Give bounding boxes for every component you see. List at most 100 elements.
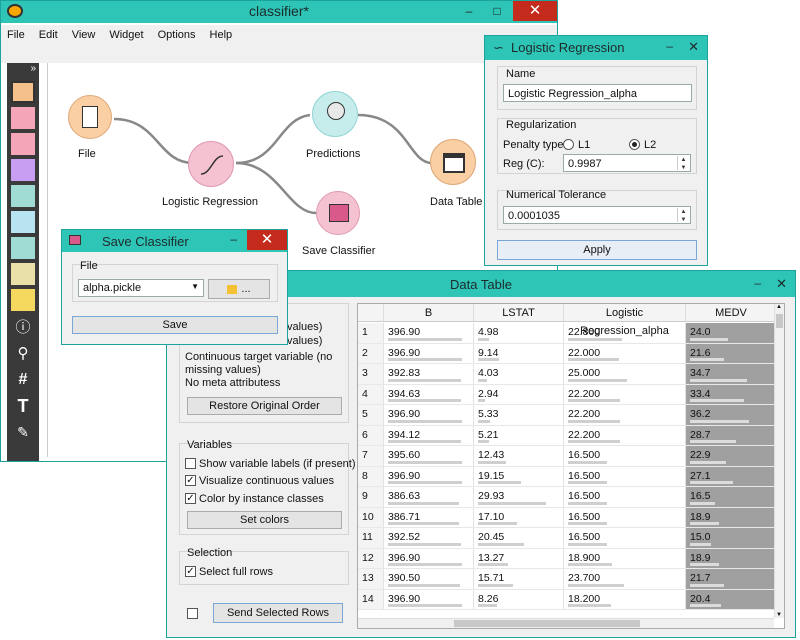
show-labels-checkbox[interactable]: Show variable labels (if present) xyxy=(185,457,356,470)
cell-lr-alpha[interactable]: 16.500 xyxy=(564,487,686,507)
menu-help[interactable]: Help xyxy=(210,29,233,41)
save-close-button[interactable]: ✕ xyxy=(247,230,287,250)
apply-button[interactable]: Apply xyxy=(497,240,697,260)
tool-data-table-icon[interactable] xyxy=(11,81,35,103)
node-data-table[interactable] xyxy=(430,139,476,185)
cell-lr-alpha[interactable]: 16.500 xyxy=(564,507,686,527)
table-row[interactable]: 10 386.71 17.10 16.500 18.9 xyxy=(358,507,776,528)
hscroll-thumb[interactable] xyxy=(454,620,640,627)
cell-lr-alpha[interactable]: 22.200 xyxy=(564,405,686,425)
row-number[interactable]: 6 xyxy=(358,425,384,445)
row-number[interactable]: 12 xyxy=(358,548,384,568)
cell-lstat[interactable]: 13.27 xyxy=(474,548,564,568)
tool-scatter-icon[interactable] xyxy=(11,107,35,129)
file-select[interactable]: alpha.pickle ▼ xyxy=(78,279,204,297)
scroll-up-icon[interactable]: ▲ xyxy=(776,304,782,310)
cell-b[interactable]: 395.60 xyxy=(384,446,474,466)
cell-lr-alpha[interactable]: 22.800 xyxy=(564,323,686,343)
cell-lr-alpha[interactable]: 16.500 xyxy=(564,528,686,548)
data-table-view[interactable]: B LSTAT Logistic Regression_alpha MEDV 1… xyxy=(357,303,785,629)
cell-lstat[interactable]: 4.03 xyxy=(474,364,564,384)
tool-info-icon[interactable]: ⓘ xyxy=(11,317,35,339)
visualize-checkbox[interactable]: ✓ Visualize continuous values xyxy=(185,474,334,487)
table-row[interactable]: 6 394.12 5.21 22.200 28.7 xyxy=(358,425,776,446)
menu-options[interactable]: Options xyxy=(158,29,196,41)
table-row[interactable]: 14 396.90 8.26 18.200 20.4 xyxy=(358,589,776,610)
cell-lstat[interactable]: 15.71 xyxy=(474,569,564,589)
cell-b[interactable]: 392.52 xyxy=(384,528,474,548)
name-field[interactable]: Logistic Regression_alpha xyxy=(503,84,692,102)
node-file[interactable] xyxy=(68,95,112,139)
col-header-lstat[interactable]: LSTAT xyxy=(474,304,564,321)
scroll-thumb[interactable] xyxy=(776,314,783,328)
cell-b[interactable]: 396.90 xyxy=(384,405,474,425)
tolerance-spinbox[interactable]: 0.0001035 ▲ ▼ xyxy=(503,206,691,224)
cell-medv[interactable]: 16.5 xyxy=(686,487,776,507)
table-row[interactable]: 12 396.90 13.27 18.900 18.9 xyxy=(358,548,776,569)
tool-linear-icon[interactable] xyxy=(11,263,35,285)
cell-medv[interactable]: 15.0 xyxy=(686,528,776,548)
tool-text-icon[interactable]: T xyxy=(11,395,35,417)
node-logreg[interactable] xyxy=(188,141,234,187)
reg-c-spinbox[interactable]: 0.9987 ▲ ▼ xyxy=(563,154,691,172)
cell-lstat[interactable]: 9.14 xyxy=(474,343,564,363)
node-predictions[interactable] xyxy=(312,91,358,137)
set-colors-button[interactable]: Set colors xyxy=(187,511,342,529)
row-number[interactable]: 1 xyxy=(358,323,384,343)
restore-order-button[interactable]: Restore Original Order xyxy=(187,397,342,415)
browse-button[interactable]: ... xyxy=(208,279,270,299)
datatable-minimize-button[interactable]: – xyxy=(754,276,761,290)
row-number[interactable]: 13 xyxy=(358,569,384,589)
cell-lr-alpha[interactable]: 23.700 xyxy=(564,569,686,589)
cell-b[interactable]: 396.90 xyxy=(384,466,474,486)
auto-send-checkbox[interactable] xyxy=(187,608,198,619)
table-row[interactable]: 8 396.90 19.15 16.500 27.1 xyxy=(358,466,776,487)
vertical-scrollbar[interactable]: ▲ ▼ xyxy=(774,304,784,618)
cell-b[interactable]: 392.83 xyxy=(384,364,474,384)
tool-distance-icon[interactable] xyxy=(11,185,35,207)
cell-b[interactable]: 394.63 xyxy=(384,384,474,404)
col-header-medv[interactable]: MEDV xyxy=(686,304,776,321)
row-number[interactable]: 4 xyxy=(358,384,384,404)
table-row[interactable]: 7 395.60 12.43 16.500 22.9 xyxy=(358,446,776,467)
cell-lstat[interactable]: 8.26 xyxy=(474,589,564,609)
cell-medv[interactable]: 34.7 xyxy=(686,364,776,384)
table-row[interactable]: 9 386.63 29.93 16.500 16.5 xyxy=(358,487,776,508)
penalty-l1-radio[interactable] xyxy=(563,139,574,150)
datatable-close-button[interactable]: ✕ xyxy=(776,276,787,292)
cell-medv[interactable]: 33.4 xyxy=(686,384,776,404)
table-row[interactable]: 11 392.52 20.45 16.500 15.0 xyxy=(358,528,776,549)
cell-lr-alpha[interactable]: 22.200 xyxy=(564,425,686,445)
row-number[interactable]: 8 xyxy=(358,466,384,486)
cell-b[interactable]: 396.90 xyxy=(384,548,474,568)
horizontal-scrollbar[interactable] xyxy=(358,618,774,628)
color-by-class-checkbox[interactable]: ✓ Color by instance classes xyxy=(185,492,324,505)
cell-medv[interactable]: 18.9 xyxy=(686,507,776,527)
tool-search-icon[interactable]: ⚲ xyxy=(11,343,35,365)
table-row[interactable]: 5 396.90 5.33 22.200 36.2 xyxy=(358,405,776,426)
cell-lr-alpha[interactable]: 22.200 xyxy=(564,384,686,404)
tool-network-icon[interactable] xyxy=(11,237,35,259)
logreg-minimize-button[interactable]: – xyxy=(666,39,673,53)
save-minimize-button[interactable]: – xyxy=(230,232,237,246)
close-button[interactable]: ✕ xyxy=(513,1,557,21)
save-button[interactable]: Save xyxy=(72,316,278,334)
table-row[interactable]: 3 392.83 4.03 25.000 34.7 xyxy=(358,364,776,385)
cell-medv[interactable]: 22.9 xyxy=(686,446,776,466)
cell-medv[interactable]: 36.2 xyxy=(686,405,776,425)
menu-edit[interactable]: Edit xyxy=(39,29,58,41)
cell-b[interactable]: 390.50 xyxy=(384,569,474,589)
tool-predictor-icon[interactable] xyxy=(11,211,35,233)
send-selected-rows-button[interactable]: Send Selected Rows xyxy=(213,603,343,623)
select-full-rows-checkbox[interactable]: ✓ Select full rows xyxy=(185,565,273,578)
cell-medv[interactable]: 21.6 xyxy=(686,343,776,363)
minimize-button[interactable]: – xyxy=(455,1,483,21)
cell-lstat[interactable]: 29.93 xyxy=(474,487,564,507)
menu-widget[interactable]: Widget xyxy=(109,29,143,41)
cell-lstat[interactable]: 5.33 xyxy=(474,405,564,425)
tool-scatterplot-icon[interactable] xyxy=(11,159,35,181)
cell-medv[interactable]: 28.7 xyxy=(686,425,776,445)
cell-b[interactable]: 396.90 xyxy=(384,589,474,609)
cell-lstat[interactable]: 12.43 xyxy=(474,446,564,466)
cell-medv[interactable]: 27.1 xyxy=(686,466,776,486)
